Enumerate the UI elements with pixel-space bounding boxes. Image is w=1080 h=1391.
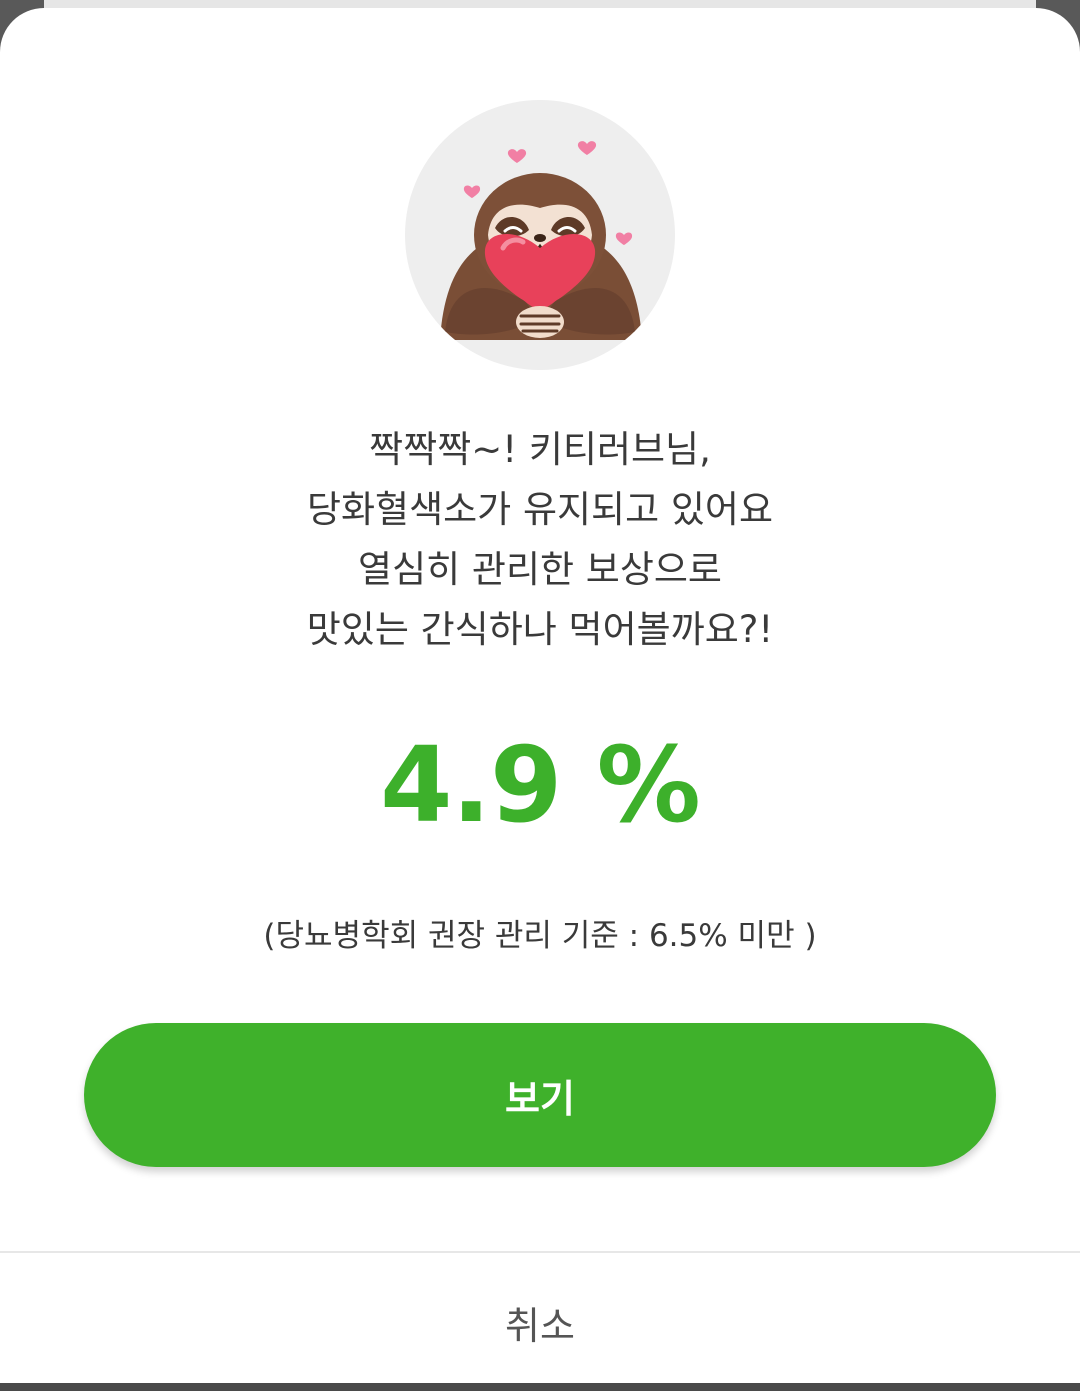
congratulation-message: 짝짝짝~! 키티러브님, 당화혈색소가 유지되고 있어요 열심히 관리한 보상으…	[0, 420, 1080, 660]
message-line: 당화혈색소가 유지되고 있어요	[306, 488, 774, 531]
view-button[interactable]: 보기	[84, 1023, 996, 1167]
message-line: 맛있는 간식하나 먹어볼까요?!	[306, 608, 774, 651]
cancel-button[interactable]: 취소	[0, 1253, 1080, 1391]
message-line: 열심히 관리한 보상으로	[358, 548, 722, 591]
background-content	[44, 0, 1036, 8]
hba1c-value: 4.9 %	[380, 724, 701, 846]
message-line: 짝짝짝~! 키티러브님,	[369, 428, 711, 471]
sloth-holding-heart-icon	[405, 100, 675, 370]
result-dialog: 짝짝짝~! 키티러브님, 당화혈색소가 유지되고 있어요 열심히 관리한 보상으…	[0, 8, 1080, 1383]
recommended-standard-note: (당뇨병학회 권장 관리 기준 : 6.5% 미만 )	[263, 918, 817, 954]
